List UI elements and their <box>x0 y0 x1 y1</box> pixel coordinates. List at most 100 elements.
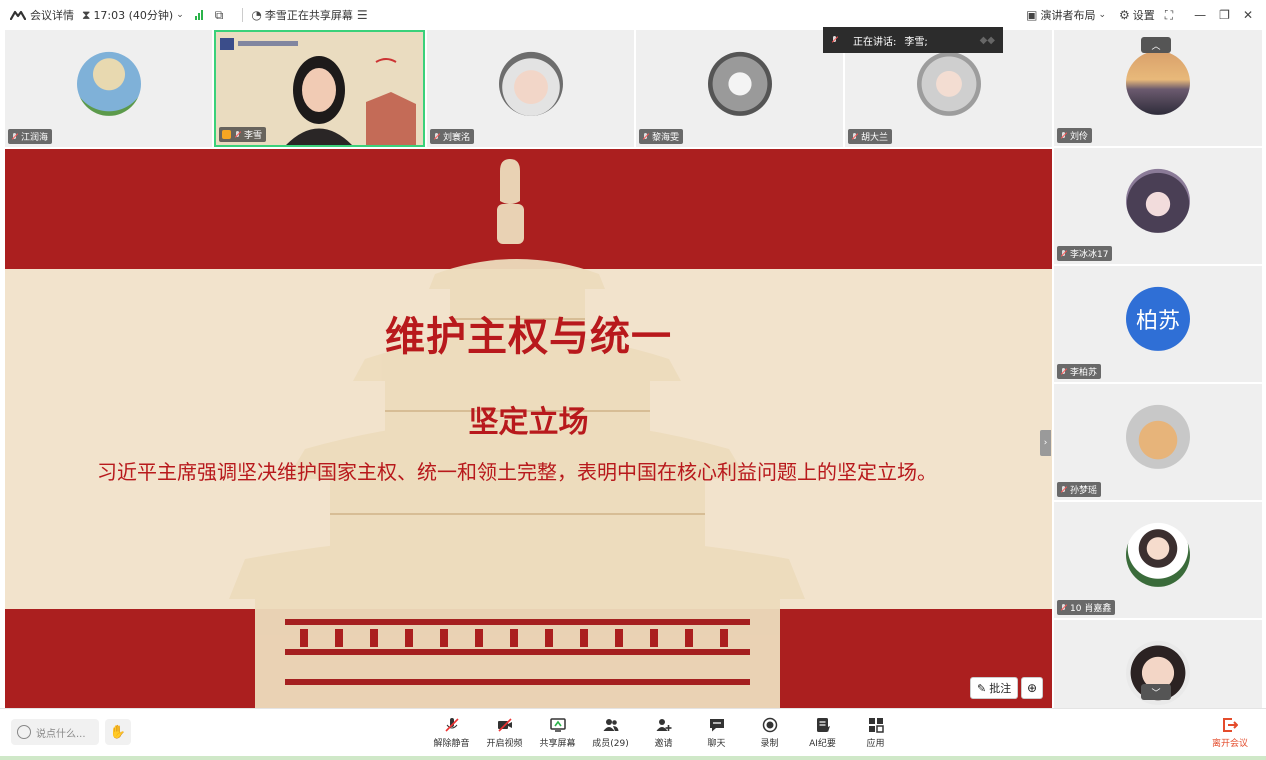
avatar <box>1126 404 1190 469</box>
tencent-meeting-logo-icon <box>10 10 26 20</box>
popout-button[interactable]: ⧉ <box>215 8 227 23</box>
chat-placeholder: 说点什么... <box>36 728 86 740</box>
invite-label: 邀请 <box>654 739 673 749</box>
network-status[interactable] <box>194 10 207 20</box>
mic-muted-icon <box>433 132 440 141</box>
record-label: 录制 <box>760 739 779 749</box>
share-screen-icon <box>549 718 566 732</box>
leave-meeting-label: 离开会议 <box>1212 739 1249 749</box>
participant-name: 江润海 <box>21 133 49 143</box>
avatar-initials: 柏苏 <box>1126 286 1190 351</box>
participant-nametag: 刘伶 <box>1057 128 1093 143</box>
restore-button[interactable]: ❐ <box>1219 8 1233 22</box>
slide-subtitle: 坚定立场 <box>468 405 589 440</box>
minimize-button[interactable]: — <box>1194 8 1209 22</box>
members-button[interactable]: 成员(29) <box>584 717 637 749</box>
mic-muted-icon <box>1060 249 1067 258</box>
participant-nametag: 江润海 <box>8 129 53 144</box>
external-link-icon: ⧉ <box>214 7 224 22</box>
start-video-label: 开启视频 <box>486 739 523 749</box>
mic-muted-icon <box>1060 367 1067 376</box>
share-screen-label: 共享屏幕 <box>539 739 576 749</box>
speaking-label: 正在讲话: <box>853 36 897 48</box>
unmute-button[interactable]: 解除静音 <box>425 717 478 749</box>
collapse-sidebar-handle[interactable]: › <box>1040 430 1051 456</box>
participant-name: 李柏苏 <box>1070 368 1098 378</box>
mic-muted-icon <box>831 36 838 44</box>
settings-button[interactable]: ⚙ 设置 <box>1119 7 1155 23</box>
quick-chat-input[interactable]: 说点什么... <box>11 719 99 745</box>
participant-sidebar[interactable]: 刘伶 李冰冰17 柏苏 李柏苏 孙梦瑶 10 肖嘉鑫 <box>1054 30 1262 708</box>
divider <box>242 8 244 22</box>
participant-name: 李冰冰17 <box>1070 250 1109 260</box>
avatar <box>76 51 141 116</box>
members-icon <box>603 719 618 731</box>
scroll-up-button[interactable]: ︿ <box>1141 37 1171 53</box>
participant-tile-active-speaker[interactable]: 李雪 <box>214 30 425 147</box>
meeting-time-label: 17:03 (40分钟) <box>93 9 174 22</box>
chevron-down-icon: ⌄ <box>1098 10 1106 20</box>
layout-button[interactable]: ▣ 演讲者布局 ⌄ <box>1026 7 1109 23</box>
sharing-status[interactable]: ◔ 李雪正在共享屏幕 ☰ <box>251 7 370 23</box>
chat-button[interactable]: 聊天 <box>690 717 743 749</box>
audio-wave-icon: ◆◆ <box>979 34 995 46</box>
participant-tile[interactable]: 柏苏 李柏苏 <box>1054 266 1262 382</box>
speaking-indicator: 正在讲话: 李雪; ◆◆ <box>823 27 1003 53</box>
raise-hand-button[interactable]: ✋ <box>105 719 131 745</box>
chat-label: 聊天 <box>707 739 726 749</box>
members-label: 成员(29) <box>592 739 629 749</box>
mic-off-icon <box>444 718 459 732</box>
invite-button[interactable]: 邀请 <box>637 717 690 749</box>
share-screen-indicator-icon: ◔ <box>251 8 262 22</box>
zoom-in-icon: ⊕ <box>1026 681 1038 695</box>
participant-tile[interactable]: 孙梦瑶 <box>1054 384 1262 500</box>
chevron-right-icon: › <box>1043 438 1048 448</box>
participant-name: 刘伶 <box>1070 132 1089 142</box>
participant-tile[interactable]: 江润海 <box>5 30 212 147</box>
fullscreen-button[interactable]: ⛶ <box>1165 8 1176 23</box>
participant-name: 胡大兰 <box>861 133 889 143</box>
participant-name: 刘寰洺 <box>443 133 471 143</box>
shared-screen-slide: 维护主权与统一 坚定立场 习近平主席强调坚决维护国家主权、统一和领土完整，表明中… <box>5 149 1052 708</box>
participant-tile[interactable]: 刘寰洺 <box>427 30 634 147</box>
chat-bubble-icon <box>709 719 724 732</box>
avatar <box>1126 50 1190 115</box>
minimize-icon: — <box>1194 8 1207 22</box>
scroll-down-button[interactable]: ﹀ <box>1141 684 1171 700</box>
leave-meeting-button[interactable]: 离开会议 <box>1212 717 1248 749</box>
participant-nametag: 李柏苏 <box>1057 364 1102 379</box>
participant-tile[interactable]: 黎海雯 <box>636 30 843 147</box>
settings-label: 设置 <box>1132 9 1155 22</box>
hourglass-icon: ⧗ <box>82 7 91 22</box>
avatar <box>1126 522 1190 587</box>
close-button[interactable]: ✕ <box>1243 8 1256 22</box>
list-icon: ☰ <box>356 8 368 22</box>
pen-icon: ✎ <box>977 681 987 695</box>
participant-name: 10 肖嘉鑫 <box>1070 604 1112 614</box>
participant-tile[interactable]: 10 肖嘉鑫 <box>1054 502 1262 618</box>
record-button[interactable]: 录制 <box>743 717 796 749</box>
record-icon <box>762 717 777 733</box>
meeting-details-button[interactable]: 会议详情 <box>10 7 74 23</box>
participant-nametag: 10 肖嘉鑫 <box>1057 600 1116 615</box>
avatar <box>1126 168 1190 233</box>
layout-icon: ▣ <box>1026 8 1038 22</box>
participant-tile[interactable]: 李冰冰17 <box>1054 148 1262 264</box>
ai-minutes-button[interactable]: AI纪要 <box>796 717 849 749</box>
gear-icon: ⚙ <box>1119 8 1130 22</box>
participant-nametag: 李雪 <box>219 127 267 142</box>
meeting-details-label: 会议详情 <box>30 9 74 22</box>
meeting-timer[interactable]: ⧗ 17:03 (40分钟) ⌄ <box>82 7 187 23</box>
participant-nametag: 刘寰洺 <box>430 129 475 144</box>
annotate-button[interactable]: ✎ 批注 <box>970 677 1019 699</box>
share-screen-button[interactable]: 共享屏幕 <box>531 717 584 749</box>
emoji-icon <box>17 725 31 739</box>
hand-icon: ✋ <box>109 724 127 740</box>
sharing-status-label: 李雪正在共享屏幕 <box>264 9 353 22</box>
chevron-down-icon: ⌄ <box>176 10 184 20</box>
participant-name: 黎海雯 <box>652 133 680 143</box>
start-video-button[interactable]: 开启视频 <box>478 717 531 749</box>
zoom-button[interactable]: ⊕ <box>1021 677 1043 699</box>
apps-button[interactable]: 应用 <box>849 717 902 749</box>
mic-muted-icon <box>1060 485 1067 494</box>
